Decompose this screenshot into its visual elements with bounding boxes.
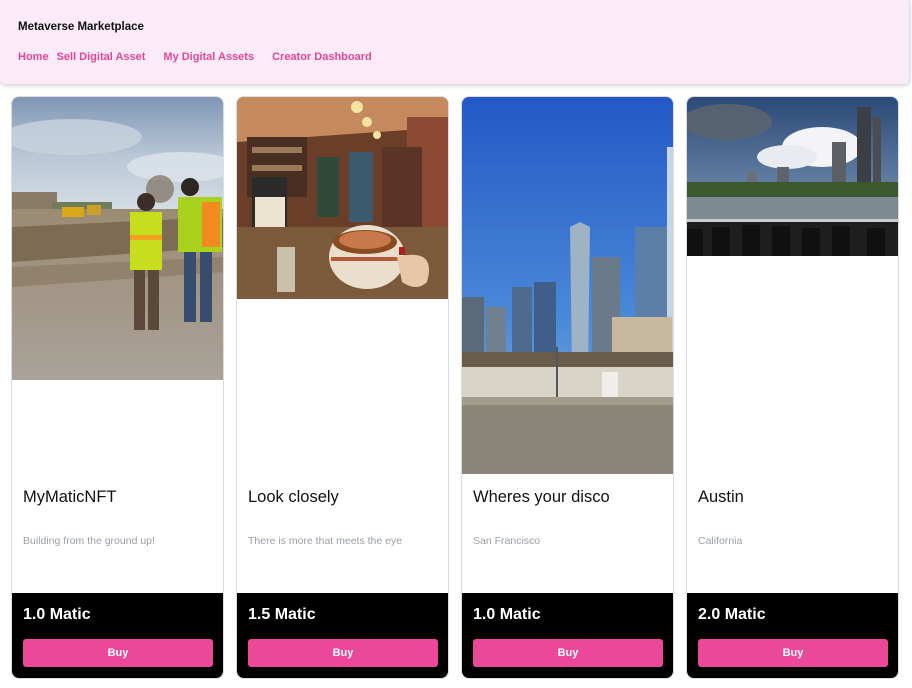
card-footer: 1.5 Matic Buy [237, 593, 448, 678]
nav-link-sell-digital-asset[interactable]: Sell Digital Asset [57, 51, 146, 63]
nav-links: Home Sell Digital Asset My Digital Asset… [18, 51, 372, 63]
navbar: Metaverse Marketplace Home Sell Digital … [0, 0, 910, 84]
nft-image-retro-diner [237, 97, 448, 299]
nft-description: California [698, 535, 743, 547]
nft-description: Building from the ground up! [23, 535, 155, 547]
nft-price: 2.0 Matic [698, 606, 766, 623]
nft-card: Wheres your disco San Francisco 1.0 Mati… [461, 96, 674, 679]
nft-price: 1.5 Matic [248, 606, 316, 623]
nft-title: MyMaticNFT [23, 488, 117, 506]
nav-link-creator-dashboard[interactable]: Creator Dashboard [272, 51, 372, 63]
nft-description: San Francisco [473, 535, 541, 547]
nav-link-my-digital-assets[interactable]: My Digital Assets [163, 51, 254, 63]
card-footer: 2.0 Matic Buy [687, 593, 898, 678]
buy-button[interactable]: Buy [23, 639, 213, 667]
brand-title: Metaverse Marketplace [18, 21, 144, 33]
nft-price: 1.0 Matic [473, 606, 541, 623]
nft-price: 1.0 Matic [23, 606, 91, 623]
nft-card: Look closely There is more that meets th… [236, 96, 449, 679]
nft-description: There is more that meets the eye [248, 535, 403, 547]
nft-image-construction-site [12, 97, 223, 380]
buy-button[interactable]: Buy [698, 639, 888, 667]
nft-card: Austin California 2.0 Matic Buy [686, 96, 899, 679]
card-footer: 1.0 Matic Buy [462, 593, 673, 678]
card-footer: 1.0 Matic Buy [12, 593, 223, 678]
nft-title: Wheres your disco [473, 488, 610, 506]
buy-button[interactable]: Buy [473, 639, 663, 667]
nft-image-austin-skyline [687, 97, 898, 256]
nft-image-san-francisco-skyline [462, 97, 673, 474]
nav-link-home[interactable]: Home [18, 51, 49, 63]
buy-button[interactable]: Buy [248, 639, 438, 667]
nft-card: MyMaticNFT Building from the ground up! … [11, 96, 224, 679]
nft-title: Austin [698, 488, 744, 506]
nft-title: Look closely [248, 488, 339, 506]
